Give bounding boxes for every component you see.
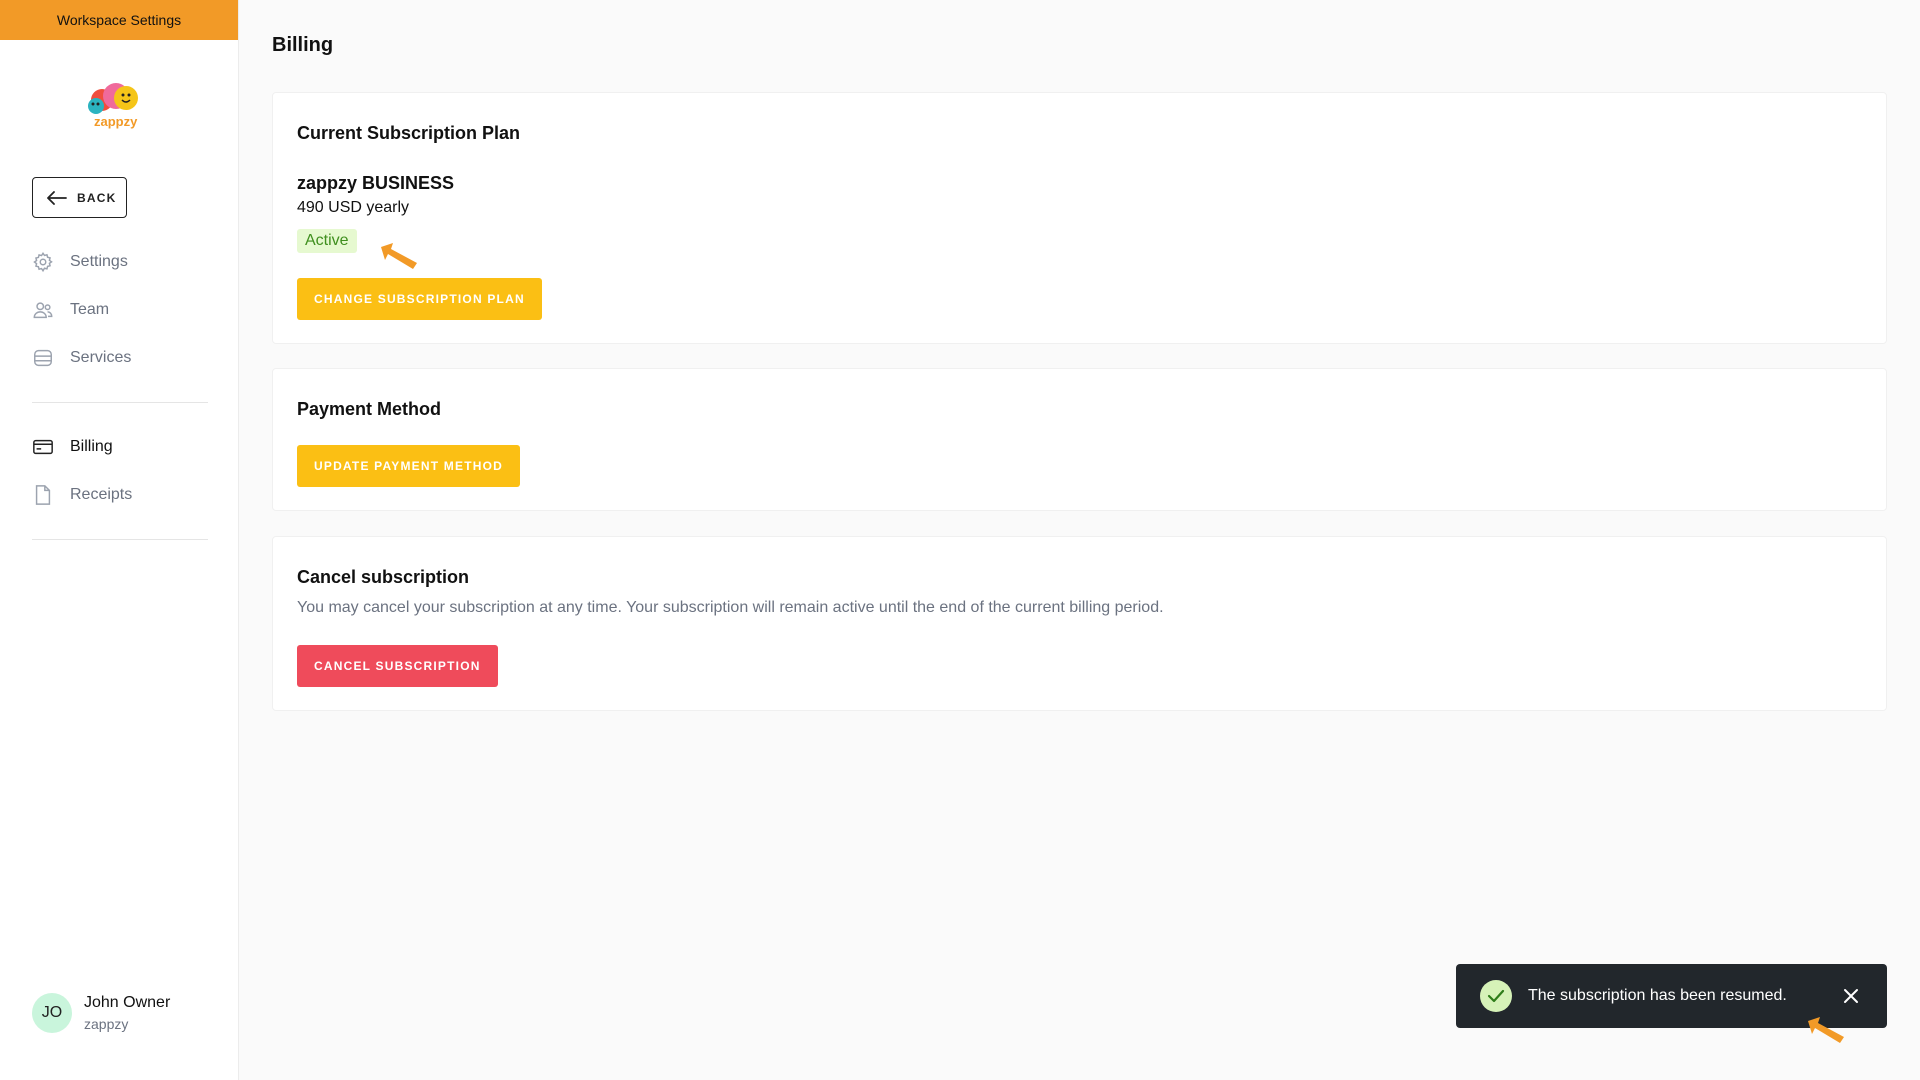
pointer-arrow-icon xyxy=(381,243,417,269)
payment-method-card: Payment Method UPDATE PAYMENT METHOD xyxy=(272,368,1887,511)
cancel-subscription-card: Cancel subscription You may cancel your … xyxy=(272,536,1887,711)
page-title: Billing xyxy=(272,34,334,56)
app-root: Workspace Settings zappzy BACK Settings … xyxy=(0,0,1920,1080)
user-name: John Owner xyxy=(84,994,171,1011)
back-label: BACK xyxy=(77,190,117,205)
credit-card-icon xyxy=(33,439,53,455)
user-info: John Owner zappzy xyxy=(84,994,170,1032)
document-icon xyxy=(35,485,51,505)
close-icon[interactable] xyxy=(1839,984,1863,1008)
sidebar-item-label: Services xyxy=(70,349,132,366)
sidebar: Workspace Settings zappzy BACK Settings … xyxy=(0,0,239,1080)
users-icon xyxy=(33,302,53,319)
cancel-subscription-button[interactable]: CANCEL SUBSCRIPTION xyxy=(297,645,498,687)
user-org: zappzy xyxy=(84,1016,129,1032)
cancel-subscription-description: You may cancel your subscription at any … xyxy=(297,599,1164,616)
pointer-arrow-icon xyxy=(1808,1017,1844,1043)
sidebar-item-billing[interactable]: Billing xyxy=(32,436,113,458)
workspace-settings-header: Workspace Settings xyxy=(0,0,238,40)
sidebar-divider xyxy=(32,539,208,540)
plan-price: 490 USD yearly xyxy=(297,199,410,216)
zappzy-logo: zappzy xyxy=(82,78,156,130)
sidebar-item-label: Settings xyxy=(70,253,128,270)
svg-text:zappzy: zappzy xyxy=(94,114,138,129)
avatar-initials: JO xyxy=(41,1004,63,1021)
sidebar-item-settings[interactable]: Settings xyxy=(32,251,128,273)
sidebar-item-services[interactable]: Services xyxy=(32,347,131,369)
gear-icon xyxy=(33,251,53,273)
toast-message: The subscription has been resumed. xyxy=(1528,987,1787,1004)
sidebar-item-label: Billing xyxy=(70,438,113,455)
user-profile[interactable]: JO John Owner zappzy xyxy=(32,993,170,1033)
cancel-subscription-heading: Cancel subscription xyxy=(297,567,470,587)
database-icon xyxy=(34,349,52,367)
plan-name: zappzy BUSINESS xyxy=(297,173,455,193)
sidebar-item-team[interactable]: Team xyxy=(32,299,109,321)
status-badge-label: Active xyxy=(305,232,349,249)
sidebar-divider xyxy=(32,402,208,403)
subscription-heading: Current Subscription Plan xyxy=(297,123,521,143)
change-subscription-plan-button[interactable]: CHANGE SUBSCRIPTION PLAN xyxy=(297,278,542,320)
payment-method-heading: Payment Method xyxy=(297,399,442,419)
back-button[interactable]: BACK xyxy=(32,177,127,218)
workspace-settings-title: Workspace Settings xyxy=(56,12,182,28)
subscription-card: Current Subscription Plan zappzy BUSINES… xyxy=(272,92,1887,344)
sidebar-item-label: Team xyxy=(70,301,110,318)
sidebar-item-label: Receipts xyxy=(70,486,133,503)
check-icon xyxy=(1480,980,1512,1012)
status-badge: Active xyxy=(297,229,357,253)
avatar: JO xyxy=(32,993,72,1033)
update-payment-method-button[interactable]: UPDATE PAYMENT METHOD xyxy=(297,445,520,487)
sidebar-item-receipts[interactable]: Receipts xyxy=(32,484,132,506)
arrow-left-icon xyxy=(47,190,67,205)
